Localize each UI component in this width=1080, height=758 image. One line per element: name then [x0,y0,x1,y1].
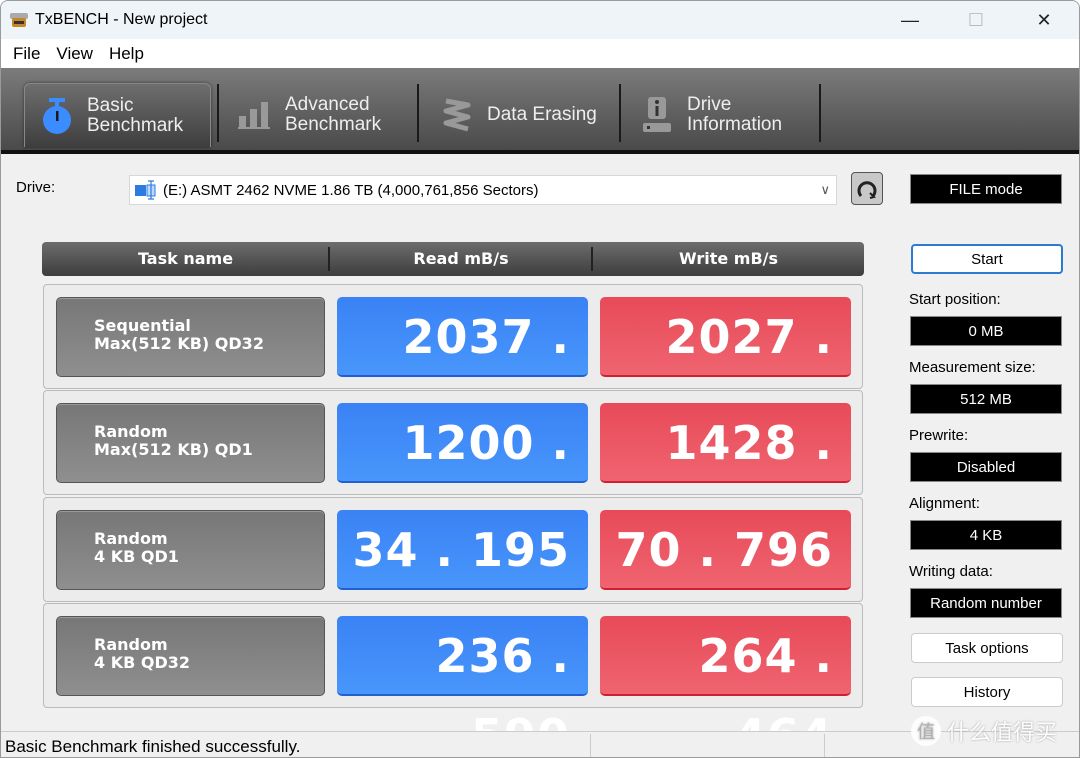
tab-divider [417,84,419,142]
header-task-name: Task name [137,249,234,268]
result-row: SequentialMax(512 KB) QD32 2037 . 686 20… [43,284,863,444]
tab-label-line1: Advanced [285,94,370,115]
watermark-logo-icon: 值 [911,716,941,746]
tab-basic-benchmark[interactable]: Basic Benchmark [24,83,211,147]
bar-chart-icon [235,95,275,135]
minimize-icon: — [901,9,919,30]
stopwatch-icon [37,96,77,136]
drive-info-icon [637,95,677,135]
result-row: Random4 KB QD32 236 . 590 264 . 464 [43,603,863,757]
write-value: 1428 . 817 [600,403,851,550]
refresh-button[interactable] [851,172,883,205]
write-value: 2027 . 732 [600,297,851,444]
task-name-line2: 4 KB QD1 [94,547,179,566]
start-position-label: Start position: [909,291,1001,308]
task-button-rnd-4k-q32[interactable]: Random 4 KB QD32 [56,616,325,696]
writing-data-field[interactable]: Random number [910,588,1062,618]
task-name-line2: Max(512 KB) QD1 [94,440,253,459]
table-header: Task name Read mB/s Write mB/s [42,242,864,276]
alignment-label: Alignment: [909,495,980,512]
tab-label-line1: Drive [687,94,732,115]
tab-divider [819,84,821,142]
tab-divider [619,84,621,142]
maximize-icon: ☐ [967,9,985,30]
header-read: Read mB/s [413,249,509,268]
tab-label-line2: Benchmark [87,114,184,136]
header-write: Write mB/s [678,249,779,268]
tab-label-line2: Benchmark [285,114,382,135]
task-name-line1: Random [94,529,168,548]
start-button[interactable]: Start [911,244,1063,274]
tab-data-erasing[interactable]: Data Erasing [425,83,617,147]
task-name-line1: Sequential [94,316,191,335]
menu-help[interactable]: Help [101,39,152,68]
task-button-seq-q32[interactable]: Sequential Max(512 KB) QD32 [56,297,325,377]
drive-label: Drive: [16,179,56,196]
tab-label-line2: Information [687,114,783,135]
measurement-size-field[interactable]: 512 MB [910,384,1062,414]
result-row: RandomMax(512 KB) QD1 1200 . 055 1428 . … [43,390,863,550]
drive-select-value: (E:) ASMT 2462 NVME 1.86 TB (4,000,761,8… [163,181,539,199]
tab-label-line1: Basic [87,94,134,116]
tab-advanced-benchmark[interactable]: Advanced Benchmark [223,83,413,147]
menu-view[interactable]: View [48,39,101,68]
app-icon [10,13,28,27]
eraser-spring-icon [437,95,477,135]
prewrite-label: Prewrite: [909,427,969,444]
history-button[interactable]: History [911,677,1063,707]
task-name-line1: Random [94,422,168,441]
tab-divider [217,84,219,142]
start-position-field[interactable]: 0 MB [910,316,1062,346]
task-button-rnd-max-q1[interactable]: Random Max(512 KB) QD1 [56,403,325,483]
tab-label-line1: Data Erasing [487,104,597,125]
read-value: 2037 . 686 [337,297,588,444]
write-value: 70 . 796 [600,510,851,590]
task-options-button[interactable]: Task options [911,633,1063,663]
tab-drive-information[interactable]: Drive Information [625,83,817,147]
status-divider [590,734,591,757]
close-icon: ✕ [1036,9,1052,30]
watermark: 值 什么值得买 [911,715,1057,747]
file-mode-indicator[interactable]: FILE mode [910,174,1062,204]
measurement-size-label: Measurement size: [909,359,1036,376]
read-value: 1200 . 055 [337,403,588,550]
prewrite-field[interactable]: Disabled [910,452,1062,482]
alignment-field[interactable]: 4 KB [910,520,1062,550]
task-name-line1: Random [94,635,168,654]
main-tabs: Basic Benchmark Advanced Benchmark Data Er… [1,68,1079,154]
status-text: Basic Benchmark finished successfully. [5,737,301,756]
read-value: 34 . 195 [337,510,588,590]
read-value: 236 . 590 [337,616,588,757]
maximize-button[interactable]: ☐ [943,1,1009,39]
task-button-rnd-4k-q1[interactable]: Random 4 KB QD1 [56,510,325,590]
write-value: 264 . 464 [600,616,851,757]
menu-file[interactable]: File [5,39,48,68]
close-button[interactable]: ✕ [1011,1,1077,39]
title-bar: TxBENCH - New project — ☐ ✕ [1,1,1079,39]
task-name-line2: Max(512 KB) QD32 [94,334,264,353]
window-title: TxBENCH - New project [35,11,208,28]
refresh-icon [857,180,877,199]
menu-bar: File View Help [1,39,1079,68]
drive-select[interactable]: (E:) ASMT 2462 NVME 1.86 TB (4,000,761,8… [129,175,837,205]
minimize-button[interactable]: — [877,1,943,39]
task-name-line2: 4 KB QD32 [94,653,191,672]
chevron-down-icon: ∨ [820,182,830,197]
watermark-text: 什么值得买 [947,720,1058,745]
writing-data-label: Writing data: [909,563,993,580]
drive-icon [135,180,156,200]
app-window: TxBENCH - New project — ☐ ✕ File View He… [0,0,1080,758]
result-row: Random 4 KB QD1 34 . 195 70 . 796 [43,497,863,602]
status-divider [824,734,825,757]
